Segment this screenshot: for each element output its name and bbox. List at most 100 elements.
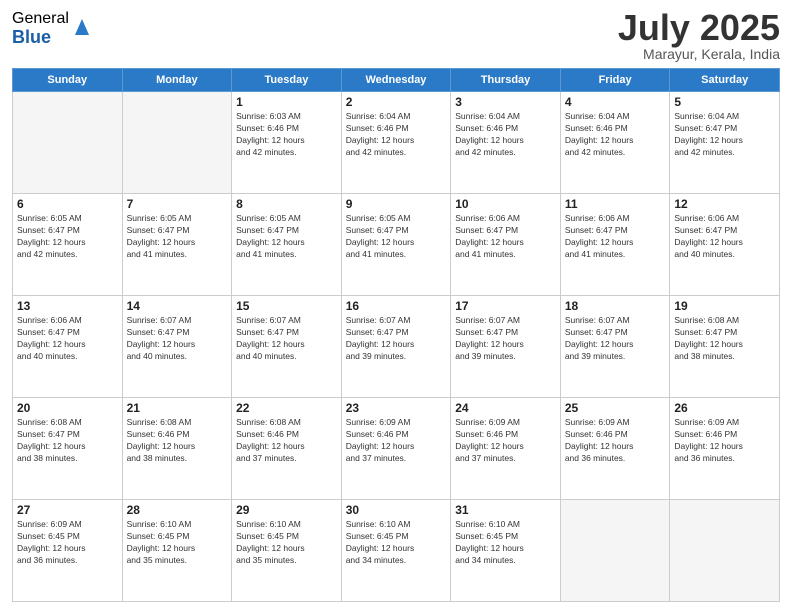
calendar-week-row: 20Sunrise: 6:08 AMSunset: 6:47 PMDayligh… xyxy=(13,398,780,500)
calendar-day-header: Thursday xyxy=(451,69,561,92)
day-number: 28 xyxy=(127,503,228,517)
calendar-week-row: 13 Sunrise: 6:06 AMSunset: 6:47 PMDayligh… xyxy=(13,296,780,398)
calendar-cell: 2 Sunrise: 6:04 AMSunset: 6:46 PMDaylight… xyxy=(341,92,451,194)
logo: General Blue xyxy=(12,10,91,47)
day-number: 11 xyxy=(565,197,666,211)
calendar-cell: 17 Sunrise: 6:07 AMSunset: 6:47 PMDayligh… xyxy=(451,296,561,398)
header: General Blue July 2025 Marayur, Kerala, … xyxy=(12,10,780,62)
calendar-day-header: Saturday xyxy=(670,69,780,92)
page: General Blue July 2025 Marayur, Kerala, … xyxy=(0,0,792,612)
logo-general: General xyxy=(12,10,69,28)
calendar-cell: 31 Sunrise: 6:10 AMSunset: 6:45 PMDayligh… xyxy=(451,500,561,602)
day-info: Sunrise: 6:04 AMSunset: 6:46 PMDaylight:… xyxy=(565,111,666,159)
day-info: Sunrise: 6:07 AMSunset: 6:47 PMDaylight:… xyxy=(565,315,666,363)
calendar-cell: 8 Sunrise: 6:05 AMSunset: 6:47 PMDaylight… xyxy=(232,194,342,296)
logo-icon xyxy=(71,17,91,41)
calendar-cell: 14 Sunrise: 6:07 AMSunset: 6:47 PMDayligh… xyxy=(122,296,232,398)
day-number: 5 xyxy=(674,95,775,109)
day-number: 30 xyxy=(346,503,447,517)
calendar-cell: 28 Sunrise: 6:10 AMSunset: 6:45 PMDayligh… xyxy=(122,500,232,602)
day-number: 10 xyxy=(455,197,556,211)
day-info: Sunrise: 6:05 AMSunset: 6:47 PMDaylight:… xyxy=(17,213,118,261)
day-number: 24 xyxy=(455,401,556,415)
day-info: Sunrise: 6:08 AMSunset: 6:46 PMDaylight:… xyxy=(236,417,337,465)
day-number: 27 xyxy=(17,503,118,517)
title-block: July 2025 Marayur, Kerala, India xyxy=(618,10,780,62)
calendar-cell: 6Sunrise: 6:05 AMSunset: 6:47 PMDaylight… xyxy=(13,194,123,296)
day-number: 22 xyxy=(236,401,337,415)
calendar-cell: 12 Sunrise: 6:06 AMSunset: 6:47 PMDayligh… xyxy=(670,194,780,296)
day-number: 29 xyxy=(236,503,337,517)
day-number: 8 xyxy=(236,197,337,211)
day-info: Sunrise: 6:05 AMSunset: 6:47 PMDaylight:… xyxy=(236,213,337,261)
day-info: Sunrise: 6:05 AMSunset: 6:47 PMDaylight:… xyxy=(346,213,447,261)
day-number: 19 xyxy=(674,299,775,313)
calendar-cell: 26 Sunrise: 6:09 AMSunset: 6:46 PMDayligh… xyxy=(670,398,780,500)
day-number: 23 xyxy=(346,401,447,415)
calendar-day-header: Sunday xyxy=(13,69,123,92)
day-number: 21 xyxy=(127,401,228,415)
calendar-week-row: 27 Sunrise: 6:09 AMSunset: 6:45 PMDayligh… xyxy=(13,500,780,602)
calendar-cell: 7 Sunrise: 6:05 AMSunset: 6:47 PMDaylight… xyxy=(122,194,232,296)
day-number: 18 xyxy=(565,299,666,313)
day-info: Sunrise: 6:09 AMSunset: 6:46 PMDaylight:… xyxy=(565,417,666,465)
day-info: Sunrise: 6:07 AMSunset: 6:47 PMDaylight:… xyxy=(455,315,556,363)
calendar-cell: 23 Sunrise: 6:09 AMSunset: 6:46 PMDayligh… xyxy=(341,398,451,500)
day-info: Sunrise: 6:09 AMSunset: 6:46 PMDaylight:… xyxy=(346,417,447,465)
day-info: Sunrise: 6:04 AMSunset: 6:46 PMDaylight:… xyxy=(346,111,447,159)
day-info: Sunrise: 6:10 AMSunset: 6:45 PMDaylight:… xyxy=(127,519,228,567)
day-info: Sunrise: 6:08 AMSunset: 6:47 PMDaylight:… xyxy=(17,417,118,465)
calendar-week-row: 1Sunrise: 6:03 AMSunset: 6:46 PMDaylight… xyxy=(13,92,780,194)
day-number: 31 xyxy=(455,503,556,517)
title-location: Marayur, Kerala, India xyxy=(618,46,780,62)
day-number: 13 xyxy=(17,299,118,313)
calendar-cell: 22 Sunrise: 6:08 AMSunset: 6:46 PMDayligh… xyxy=(232,398,342,500)
day-number: 17 xyxy=(455,299,556,313)
calendar-week-row: 6Sunrise: 6:05 AMSunset: 6:47 PMDaylight… xyxy=(13,194,780,296)
calendar-cell: 3 Sunrise: 6:04 AMSunset: 6:46 PMDaylight… xyxy=(451,92,561,194)
calendar-cell: 25Sunrise: 6:09 AMSunset: 6:46 PMDayligh… xyxy=(560,398,670,500)
day-number: 2 xyxy=(346,95,447,109)
calendar-cell: 19 Sunrise: 6:08 AMSunset: 6:47 PMDayligh… xyxy=(670,296,780,398)
day-info: Sunrise: 6:07 AMSunset: 6:47 PMDaylight:… xyxy=(127,315,228,363)
calendar-table: SundayMondayTuesdayWednesdayThursdayFrid… xyxy=(12,68,780,602)
calendar-header-row: SundayMondayTuesdayWednesdayThursdayFrid… xyxy=(13,69,780,92)
day-info: Sunrise: 6:06 AMSunset: 6:47 PMDaylight:… xyxy=(565,213,666,261)
day-info: Sunrise: 6:07 AMSunset: 6:47 PMDaylight:… xyxy=(236,315,337,363)
day-number: 12 xyxy=(674,197,775,211)
logo-blue: Blue xyxy=(12,28,69,48)
day-number: 15 xyxy=(236,299,337,313)
day-info: Sunrise: 6:10 AMSunset: 6:45 PMDaylight:… xyxy=(455,519,556,567)
day-info: Sunrise: 6:06 AMSunset: 6:47 PMDaylight:… xyxy=(17,315,118,363)
calendar-cell: 29 Sunrise: 6:10 AMSunset: 6:45 PMDayligh… xyxy=(232,500,342,602)
calendar-cell: 21Sunrise: 6:08 AMSunset: 6:46 PMDayligh… xyxy=(122,398,232,500)
calendar-day-header: Friday xyxy=(560,69,670,92)
day-info: Sunrise: 6:09 AMSunset: 6:46 PMDaylight:… xyxy=(455,417,556,465)
day-number: 3 xyxy=(455,95,556,109)
day-info: Sunrise: 6:04 AMSunset: 6:46 PMDaylight:… xyxy=(455,111,556,159)
day-info: Sunrise: 6:09 AMSunset: 6:46 PMDaylight:… xyxy=(674,417,775,465)
day-number: 26 xyxy=(674,401,775,415)
calendar-cell: 1Sunrise: 6:03 AMSunset: 6:46 PMDaylight… xyxy=(232,92,342,194)
day-number: 7 xyxy=(127,197,228,211)
day-number: 14 xyxy=(127,299,228,313)
calendar-cell: 16Sunrise: 6:07 AMSunset: 6:47 PMDayligh… xyxy=(341,296,451,398)
calendar-cell: 10Sunrise: 6:06 AMSunset: 6:47 PMDayligh… xyxy=(451,194,561,296)
calendar-cell xyxy=(560,500,670,602)
day-info: Sunrise: 6:05 AMSunset: 6:47 PMDaylight:… xyxy=(127,213,228,261)
day-info: Sunrise: 6:08 AMSunset: 6:47 PMDaylight:… xyxy=(674,315,775,363)
calendar-cell: 5 Sunrise: 6:04 AMSunset: 6:47 PMDaylight… xyxy=(670,92,780,194)
calendar-cell: 30Sunrise: 6:10 AMSunset: 6:45 PMDayligh… xyxy=(341,500,451,602)
calendar-day-header: Tuesday xyxy=(232,69,342,92)
calendar-cell xyxy=(670,500,780,602)
calendar-cell: 15 Sunrise: 6:07 AMSunset: 6:47 PMDayligh… xyxy=(232,296,342,398)
day-info: Sunrise: 6:06 AMSunset: 6:47 PMDaylight:… xyxy=(674,213,775,261)
title-month: July 2025 xyxy=(618,10,780,46)
day-number: 9 xyxy=(346,197,447,211)
calendar-cell: 11 Sunrise: 6:06 AMSunset: 6:47 PMDayligh… xyxy=(560,194,670,296)
day-info: Sunrise: 6:10 AMSunset: 6:45 PMDaylight:… xyxy=(236,519,337,567)
day-info: Sunrise: 6:09 AMSunset: 6:45 PMDaylight:… xyxy=(17,519,118,567)
calendar-cell: 13 Sunrise: 6:06 AMSunset: 6:47 PMDayligh… xyxy=(13,296,123,398)
calendar-cell: 18 Sunrise: 6:07 AMSunset: 6:47 PMDayligh… xyxy=(560,296,670,398)
day-info: Sunrise: 6:04 AMSunset: 6:47 PMDaylight:… xyxy=(674,111,775,159)
